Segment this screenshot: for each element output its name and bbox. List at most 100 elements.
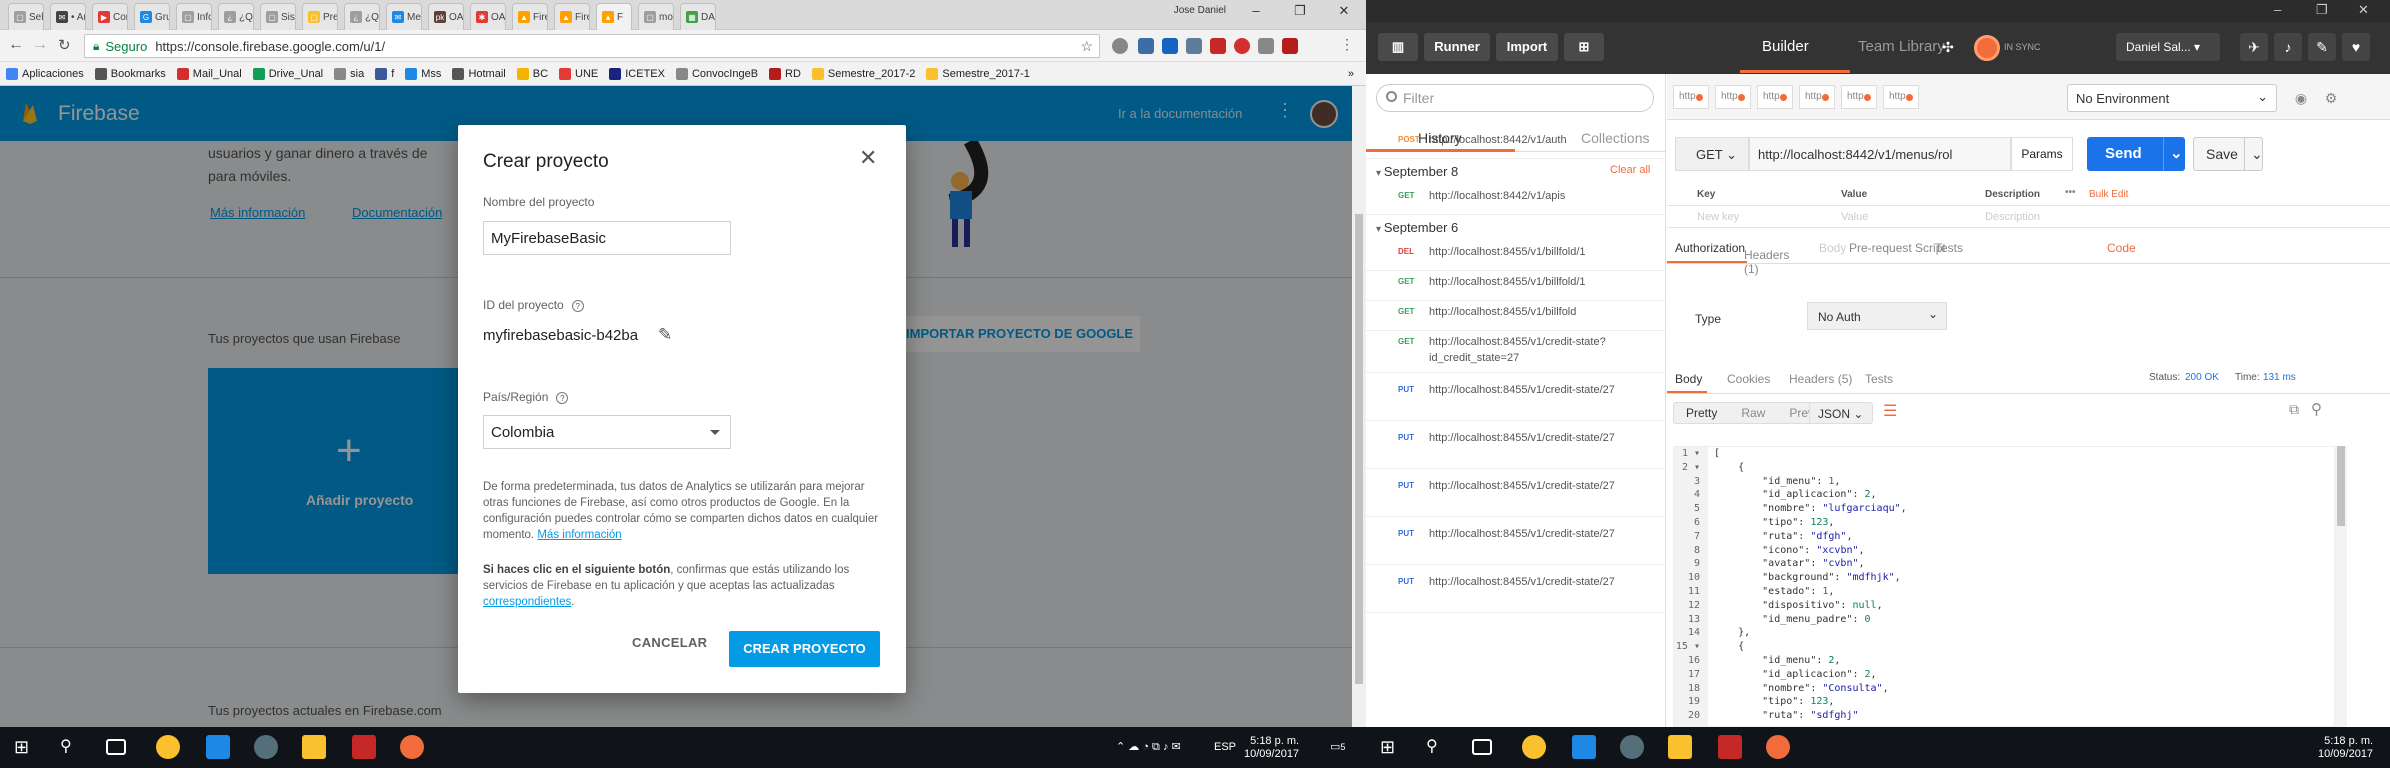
new-key-input[interactable]: New key (1697, 211, 1739, 223)
browser-tab[interactable]: GGrup (134, 3, 170, 30)
browser-tab[interactable]: ▲Fireb (512, 3, 548, 30)
extension-icon[interactable] (1210, 38, 1226, 54)
tray-icons[interactable]: ⌃ ☁ ◔ ⧉ ♪ ✉ (1116, 741, 1181, 754)
tab-team-library[interactable]: Team Library (1858, 38, 1945, 55)
browser-tab[interactable]: ▢Prese (302, 3, 338, 30)
browser-tab[interactable]: ¿¿Qu (218, 3, 254, 30)
bookmark-item[interactable]: Semestre_2017-1 (926, 67, 1030, 80)
clock[interactable]: 5:18 p. m. 10/09/2017 (2318, 735, 2373, 761)
params-button[interactable]: Params (2011, 137, 2073, 171)
chrome-icon[interactable] (156, 735, 180, 759)
browser-tab[interactable]: ▢Siste (260, 3, 296, 30)
bookmark-item[interactable]: Bookmarks (94, 67, 166, 80)
postman-icon[interactable] (400, 735, 424, 759)
app-icon[interactable] (1620, 735, 1644, 759)
history-item[interactable]: PUT http://localhost:8455/v1/credit-state… (1366, 574, 1666, 606)
chrome-icon[interactable] (1522, 735, 1546, 759)
windows-start-icon[interactable]: ⊞ (1380, 735, 1404, 759)
bookmark-item[interactable]: ICETEX (609, 67, 665, 80)
terms-link[interactable]: correspondientes (483, 596, 571, 608)
scrollbar-thumb[interactable] (2337, 446, 2345, 526)
browser-profile[interactable]: Jose Daniel (1174, 5, 1226, 16)
code-link[interactable]: Code (2107, 241, 2136, 255)
scrollbar-thumb[interactable] (1355, 214, 1363, 684)
bookmark-item[interactable]: f (375, 67, 394, 80)
task-view-icon[interactable] (106, 739, 126, 755)
bookmark-item[interactable]: Aplicaciones (6, 67, 84, 80)
language-indicator[interactable]: ESP (1214, 741, 1236, 754)
response-body-viewer[interactable]: 1 ▾ 2 ▾ 3 4 5 6 7 8 9 10 11 12 13 14 15 ▾ 16 17 18 19 20 [ … (1673, 446, 2335, 727)
auth-type-select[interactable]: No Auth ⌄ (1807, 302, 1947, 330)
tab-authorization[interactable]: Authorization (1675, 241, 1745, 255)
request-url-input[interactable]: http://localhost:8442/v1/menus/rol (1749, 137, 2011, 171)
request-tab[interactable]: http (1799, 85, 1835, 109)
clock[interactable]: 5:18 p. m. 10/09/2017 (1244, 735, 1299, 761)
send-button[interactable]: Send ⌄ (2087, 137, 2185, 171)
interceptor-icon[interactable]: ✣ (1934, 33, 1962, 61)
language-select[interactable]: JSON ⌄ (1809, 402, 1873, 424)
browser-tab[interactable]: ▲Fireb (554, 3, 590, 30)
bulk-edit-link[interactable]: Bulk Edit (2089, 189, 2128, 200)
bookmark-item[interactable]: BC (516, 67, 548, 80)
cloud-extension-icon[interactable] (1112, 38, 1128, 54)
notification-icon[interactable]: ▭5 (1330, 741, 1345, 754)
file-explorer-icon[interactable] (1668, 735, 1692, 759)
history-item[interactable]: PUT http://localhost:8455/v1/credit-state… (1366, 526, 1666, 558)
browser-tab[interactable]: ▲ F (596, 3, 632, 30)
pretty-button[interactable]: Pretty (1674, 406, 1729, 420)
request-tab[interactable]: http (1841, 85, 1877, 109)
extension-icon[interactable] (1258, 38, 1274, 54)
back-icon[interactable]: ← (8, 36, 24, 54)
history-item[interactable]: GET http://localhost:8455/v1/billfold/1 (1366, 274, 1666, 294)
bookmark-item[interactable]: UNE (559, 67, 598, 80)
reload-icon[interactable]: ↻ (58, 36, 71, 54)
edge-icon[interactable] (1572, 735, 1596, 759)
browser-tab[interactable]: ▢mov (638, 3, 674, 30)
bookmark-item[interactable]: Mss (405, 67, 441, 80)
sidebar-toggle-icon[interactable]: ▥ (1378, 33, 1418, 61)
close-icon[interactable]: ✕ (1322, 0, 1366, 22)
wrap-lines-icon[interactable]: ☰ (1883, 401, 1897, 421)
browser-tab[interactable]: ¿¿Qu (344, 3, 380, 30)
filter-input[interactable]: Filter (1376, 84, 1654, 112)
extension-icon[interactable] (1186, 38, 1202, 54)
pinterest-icon[interactable] (1234, 38, 1250, 54)
request-tab[interactable]: http (1673, 85, 1709, 109)
more-info-link[interactable]: Más información (537, 529, 621, 541)
request-tab[interactable]: http (1757, 85, 1793, 109)
environment-select[interactable]: No Environment ⌄ (2067, 84, 2277, 112)
create-project-button[interactable]: CREAR PROYECTO (729, 631, 880, 667)
description-input[interactable]: Description (1985, 211, 2040, 223)
bookmark-star-icon[interactable]: ☆ (1080, 38, 1093, 55)
clear-all-link[interactable]: Clear all (1610, 164, 1650, 176)
minimize-icon[interactable]: – (1234, 0, 1278, 22)
maximize-icon[interactable]: ❐ (1278, 0, 1322, 22)
tab-cookies[interactable]: Cookies (1727, 372, 1770, 386)
browser-tab[interactable]: ▢Infor (176, 3, 212, 30)
tab-response-body[interactable]: Body (1675, 372, 1702, 386)
app-icon[interactable] (352, 735, 376, 759)
browser-tab[interactable]: ▶Cons (92, 3, 128, 30)
url-input[interactable]: 🔒︎ Seguro https://console.firebase.googl… (84, 34, 1100, 58)
tab-builder[interactable]: Builder (1762, 38, 1809, 55)
bookmark-item[interactable]: ConvocIngeB (675, 67, 758, 80)
bookmark-item[interactable]: sia (334, 67, 364, 80)
tab-body[interactable]: Body (1819, 241, 1846, 255)
runner-button[interactable]: Runner (1424, 33, 1490, 61)
history-item[interactable]: POST http://localhost:8442/v1/auth (1366, 132, 1666, 152)
search-icon[interactable]: ⚲ (1426, 735, 1450, 759)
request-tab[interactable]: http (1883, 85, 1919, 109)
bookmark-item[interactable]: Drive_Unal (252, 67, 323, 80)
heart-icon[interactable]: ♥ (2342, 33, 2370, 61)
bookmarks-more-icon[interactable]: » (1348, 68, 1354, 80)
browser-tab[interactable]: ✉Mes (386, 3, 422, 30)
app-icon[interactable] (1718, 735, 1742, 759)
menu-kebab-icon[interactable]: ⋮ (1340, 36, 1354, 53)
history-group-header[interactable]: September 8 (1376, 164, 1458, 179)
new-tab-icon[interactable]: ⊞ (1564, 33, 1604, 61)
edit-pencil-icon[interactable]: ✎ (658, 325, 672, 345)
tab-prerequest[interactable]: Pre-request Script (1849, 241, 1946, 255)
tab-response-headers[interactable]: Headers (5) (1789, 372, 1852, 386)
bookmark-item[interactable]: Mail_Unal (176, 67, 242, 80)
browser-tab[interactable]: pkOAu (428, 3, 464, 30)
